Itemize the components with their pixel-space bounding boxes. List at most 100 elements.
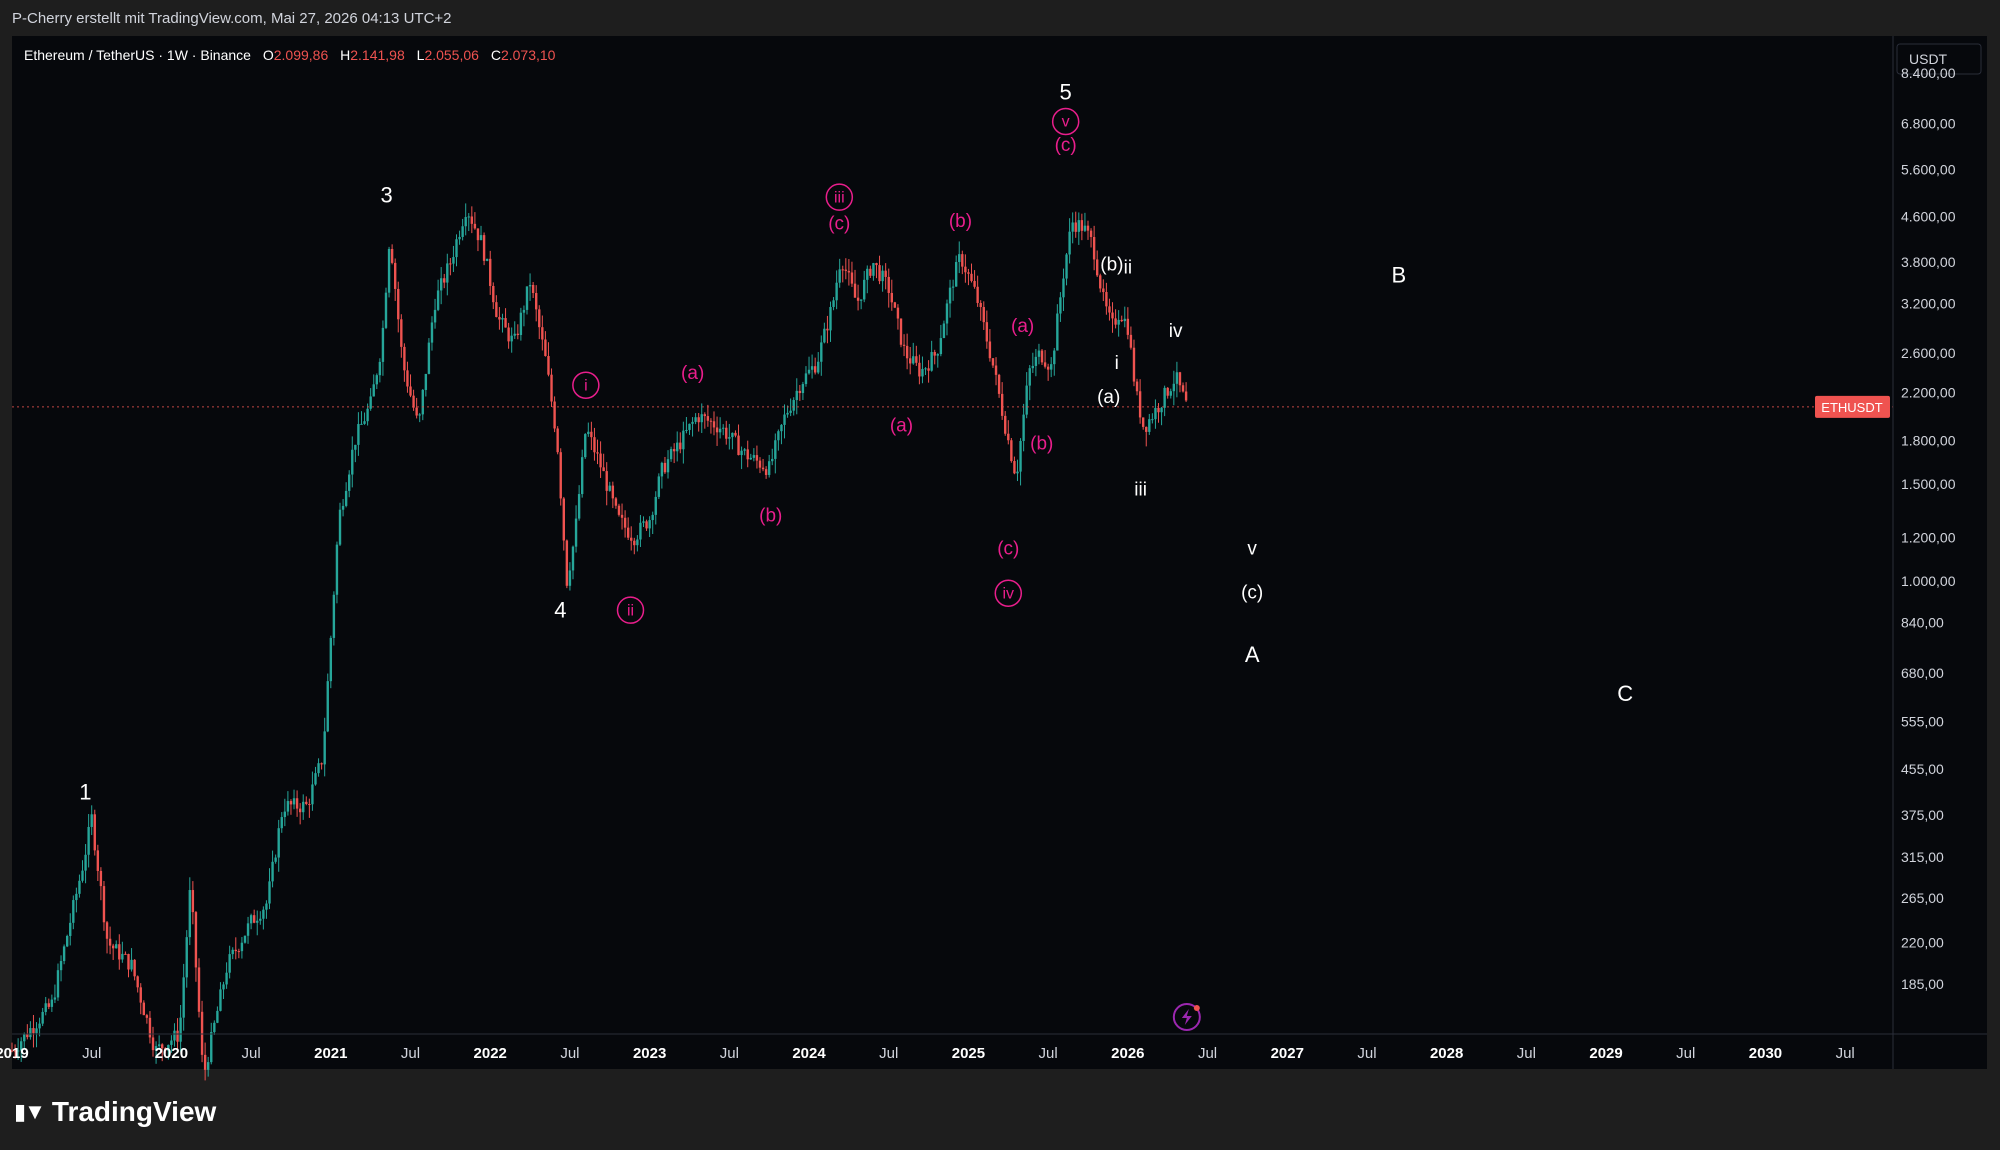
- candle-body: [271, 861, 274, 882]
- symbol-legend[interactable]: Ethereum / TetherUS · 1W · Binance O2.09…: [24, 47, 555, 63]
- candle-body: [188, 890, 191, 938]
- symbol-title[interactable]: Ethereum / TetherUS · 1W · Binance: [24, 47, 251, 63]
- candle-body: [252, 915, 256, 923]
- time-tick-label: 2024: [792, 1045, 826, 1062]
- candle-body: [397, 288, 400, 320]
- candle-body: [829, 306, 832, 331]
- candle-body: [1178, 372, 1182, 386]
- candle-body: [302, 801, 305, 813]
- candle-body: [433, 309, 437, 323]
- candle-body: [1010, 440, 1013, 462]
- candle-body: [200, 1011, 204, 1055]
- candle-body: [38, 1023, 41, 1029]
- candle-body: [743, 449, 746, 451]
- candle-body: [893, 302, 897, 308]
- candle-body: [108, 938, 112, 946]
- price-tick-label: 375,00: [1901, 807, 1944, 823]
- candle-body: [1135, 381, 1139, 392]
- time-tick-label: Jul: [1198, 1045, 1217, 1062]
- tradingview-logo[interactable]: ▮▼ TradingView: [14, 1096, 216, 1128]
- candle-body: [676, 442, 679, 452]
- candle-body: [1028, 368, 1031, 386]
- candle-body: [81, 870, 84, 881]
- candle-body: [608, 485, 611, 491]
- candle-body: [942, 323, 946, 339]
- candle-body: [915, 356, 918, 363]
- candle-body: [366, 408, 369, 422]
- candle-body: [265, 903, 268, 910]
- candle-body: [295, 798, 299, 809]
- candle-body: [875, 263, 878, 266]
- candle-body: [262, 909, 265, 919]
- candle-body: [777, 431, 780, 441]
- candle-body: [863, 279, 866, 300]
- candle-body: [286, 801, 290, 812]
- candle-body: [951, 286, 955, 288]
- candle-body: [1160, 407, 1163, 413]
- candle-body: [899, 318, 903, 345]
- candle-body: [1013, 461, 1016, 474]
- price-tick-label: 265,00: [1901, 890, 1944, 906]
- candle-body: [660, 462, 664, 477]
- wave-label-primary: 4: [554, 597, 566, 622]
- time-tick-label: 2020: [155, 1045, 188, 1062]
- time-tick-label: 2023: [633, 1045, 666, 1062]
- time-tick-label: Jul: [242, 1045, 261, 1062]
- candle-body: [553, 401, 556, 429]
- candle-body: [421, 389, 424, 415]
- candle-body: [203, 1054, 207, 1070]
- price-tick-label: 4.600,00: [1901, 209, 1956, 225]
- candle-body: [691, 421, 694, 424]
- last-price-line: ETHUSDT2.073,10: [12, 395, 1972, 418]
- candle-body: [510, 335, 513, 342]
- candle-body: [939, 338, 943, 355]
- candle-body: [124, 953, 127, 955]
- candle-body: [1102, 288, 1105, 293]
- time-tick-label: Jul: [1517, 1045, 1536, 1062]
- candle-body: [341, 505, 345, 510]
- candle-body: [53, 997, 57, 1000]
- candle-body: [651, 514, 654, 521]
- candle-body: [378, 361, 382, 376]
- candle-body: [997, 374, 1001, 394]
- time-tick-label: 2028: [1430, 1045, 1463, 1062]
- candle-body: [213, 1022, 216, 1033]
- candle-body: [277, 828, 280, 858]
- candle-body: [489, 258, 492, 286]
- candle-body: [292, 798, 296, 805]
- candle-body: [1154, 407, 1157, 420]
- candle-body: [452, 257, 455, 264]
- candle-body: [718, 428, 722, 433]
- wave-label-minor-magenta: (a): [890, 415, 913, 436]
- candle-body: [1059, 297, 1062, 314]
- wave-label-primary: A: [1245, 642, 1260, 667]
- candle-body: [455, 239, 458, 258]
- candle-body: [446, 263, 449, 283]
- candle-body: [1007, 433, 1010, 441]
- candle-body: [194, 912, 198, 968]
- candle-body: [29, 1028, 32, 1038]
- candle-body: [988, 341, 992, 359]
- candle-body: [115, 944, 118, 949]
- wave-label-circled: ii: [627, 602, 634, 619]
- candle-body: [246, 923, 250, 936]
- candle-body: [795, 390, 798, 401]
- price-tick-label: 1.000,00: [1901, 573, 1956, 589]
- candle-body: [1019, 440, 1022, 472]
- candle-body: [418, 414, 421, 416]
- candle-body: [749, 457, 752, 460]
- candle-body: [954, 262, 958, 287]
- candle-body: [1092, 236, 1096, 260]
- time-tick-label: 2022: [474, 1045, 507, 1062]
- price-chart[interactable]: ETHUSDT2.073,10 1345ABCiiiiiiivv(a)(b)(c…: [0, 0, 2000, 1150]
- candle-body: [357, 424, 360, 445]
- candle-body: [234, 949, 237, 952]
- candle-body: [90, 814, 93, 827]
- candle-body: [973, 280, 976, 287]
- candle-body: [1126, 318, 1130, 335]
- candle-body: [1129, 334, 1133, 348]
- candle-body: [798, 390, 802, 394]
- candle-body: [679, 442, 682, 450]
- candle-body: [274, 857, 277, 862]
- candle-body: [41, 1011, 44, 1024]
